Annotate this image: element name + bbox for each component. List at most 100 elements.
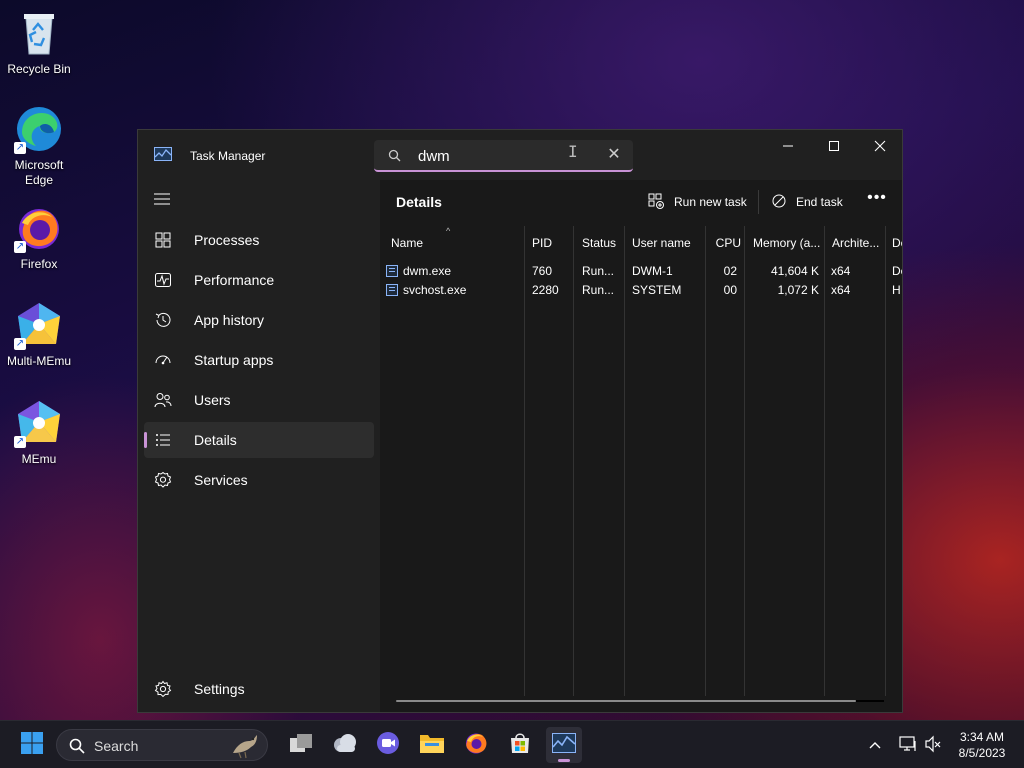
desktop-icon-label: Recycle Bin <box>7 62 71 76</box>
column-header-memory[interactable]: Memory (a... <box>753 236 823 250</box>
app-history-icon <box>154 311 172 329</box>
taskbar-task-view[interactable] <box>283 727 319 763</box>
sort-ascending-icon: ^ <box>446 226 451 236</box>
desktop-icon-edge[interactable]: ↗ Microsoft Edge <box>2 104 76 188</box>
sidebar-item-startup-apps[interactable]: Startup apps <box>144 342 374 378</box>
shortcut-arrow-icon: ↗ <box>14 241 26 253</box>
hamburger-menu-icon[interactable] <box>154 192 172 206</box>
end-task-label: End task <box>796 195 843 209</box>
sidebar-item-users[interactable]: Users <box>144 382 374 418</box>
process-icon <box>386 284 398 296</box>
start-button[interactable] <box>14 727 50 763</box>
run-new-task-button[interactable]: Run new task <box>648 188 747 216</box>
desktop-icon-firefox[interactable]: ↗ Firefox <box>2 203 76 272</box>
taskbar-store[interactable] <box>502 727 538 763</box>
command-separator <box>758 190 759 214</box>
details-table: ^ Name PID Status User name CPU Memory (… <box>380 226 902 696</box>
scrollbar-track-end <box>856 700 884 702</box>
column-header-architecture[interactable]: Archite... <box>832 236 884 250</box>
desktop-icon-memu[interactable]: ↗ MEmu <box>2 398 76 467</box>
teams-icon <box>376 731 400 760</box>
sidebar-item-performance[interactable]: Performance <box>144 262 374 298</box>
shortcut-arrow-icon: ↗ <box>14 436 26 448</box>
sidebar-item-label: Settings <box>194 681 245 697</box>
sidebar-item-processes[interactable]: Processes <box>144 222 374 258</box>
column-header-cpu[interactable]: CPU <box>711 236 741 250</box>
sidebar-item-label: Users <box>194 392 231 408</box>
horizontal-scrollbar[interactable] <box>396 700 856 702</box>
cell-name: svchost.exe <box>403 283 467 297</box>
sidebar-item-services[interactable]: Services <box>144 462 374 498</box>
cell-cpu: 02 <box>723 264 737 278</box>
system-clock[interactable]: 3:34 AM 8/5/2023 <box>944 729 1020 761</box>
task-view-icon <box>289 732 313 759</box>
maximize-button[interactable] <box>811 130 857 162</box>
performance-icon <box>154 271 172 289</box>
task-manager-icon <box>552 732 576 758</box>
sidebar-item-label: Services <box>194 472 248 488</box>
more-options-icon[interactable]: ••• <box>866 190 888 212</box>
minimize-button[interactable] <box>765 130 811 162</box>
desktop-icon-label: MEmu <box>21 452 57 466</box>
taskbar: Search 3:34 AM 8/5/2023 <box>0 720 1024 768</box>
taskbar-teams[interactable] <box>370 727 406 763</box>
show-hidden-icons-chevron-icon[interactable] <box>868 737 882 755</box>
column-header-user-name[interactable]: User name <box>632 236 702 250</box>
close-button[interactable] <box>857 130 903 162</box>
window-title: Task Manager <box>190 149 266 163</box>
desktop-icon-multi-memu[interactable]: ↗ Multi-MEmu <box>2 300 76 369</box>
cell-status: Run... <box>582 283 615 297</box>
file-explorer-icon <box>419 732 445 759</box>
page-title: Details <box>396 194 442 210</box>
taskbar-weather[interactable] <box>327 727 363 763</box>
store-icon <box>508 731 532 760</box>
processes-icon <box>154 231 172 249</box>
services-icon <box>154 471 172 489</box>
network-icon[interactable] <box>898 735 918 758</box>
run-new-task-icon <box>648 193 674 212</box>
cell-status: Run... <box>582 264 615 278</box>
sidebar-item-app-history[interactable]: App history <box>144 302 374 338</box>
search-box[interactable]: ✕ <box>374 140 633 172</box>
cell-cpu: 00 <box>723 283 737 297</box>
cell-description: De <box>892 264 902 278</box>
clear-search-icon[interactable]: ✕ <box>605 146 623 164</box>
recycle-bin-icon <box>14 8 64 58</box>
table-row[interactable]: dwm.exe 760 Run... DWM-1 02 41,604 K x64… <box>380 262 902 281</box>
taskbar-file-explorer[interactable] <box>414 727 450 763</box>
desktop-icon-recycle-bin[interactable]: Recycle Bin <box>2 8 76 77</box>
taskbar-firefox[interactable] <box>458 727 494 763</box>
shortcut-arrow-icon: ↗ <box>14 338 26 350</box>
end-task-icon <box>772 194 796 211</box>
weather-icon <box>332 732 358 759</box>
volume-muted-icon[interactable] <box>924 735 942 758</box>
sidebar-item-label: Processes <box>194 232 260 248</box>
sidebar-item-label: Startup apps <box>194 352 274 368</box>
end-task-button[interactable]: End task <box>772 188 843 216</box>
column-header-status[interactable]: Status <box>582 236 622 250</box>
cell-user-name: SYSTEM <box>632 283 682 297</box>
column-header-pid[interactable]: PID <box>532 236 570 250</box>
cell-user-name: DWM-1 <box>632 264 673 278</box>
cell-architecture: x64 <box>831 283 851 297</box>
cell-description: H <box>892 283 901 297</box>
taskbar-task-manager[interactable] <box>546 727 582 763</box>
taskbar-search-box[interactable]: Search <box>56 729 268 761</box>
cell-name: dwm.exe <box>403 264 452 278</box>
cell-memory: 1,072 K <box>777 283 819 297</box>
clock-time: 3:34 AM <box>959 730 1005 744</box>
sidebar-item-details[interactable]: Details <box>144 422 374 458</box>
windows-logo-icon <box>20 731 44 760</box>
shortcut-arrow-icon: ↗ <box>14 142 26 154</box>
users-icon <box>154 391 172 409</box>
sidebar-item-settings[interactable]: Settings <box>144 671 374 707</box>
details-pane: Details Run new task End task ••• ^ Name… <box>380 180 902 712</box>
settings-icon <box>154 680 172 698</box>
taskbar-search-label: Search <box>94 738 139 754</box>
cell-pid: 2280 <box>532 283 559 297</box>
title-bar[interactable]: Task Manager ✕ I <box>138 130 902 180</box>
column-header-description[interactable]: De <box>892 236 902 250</box>
column-header-name[interactable]: Name <box>391 236 511 250</box>
table-row[interactable]: svchost.exe 2280 Run... SYSTEM 00 1,072 … <box>380 281 902 300</box>
clock-date: 8/5/2023 <box>958 746 1006 760</box>
